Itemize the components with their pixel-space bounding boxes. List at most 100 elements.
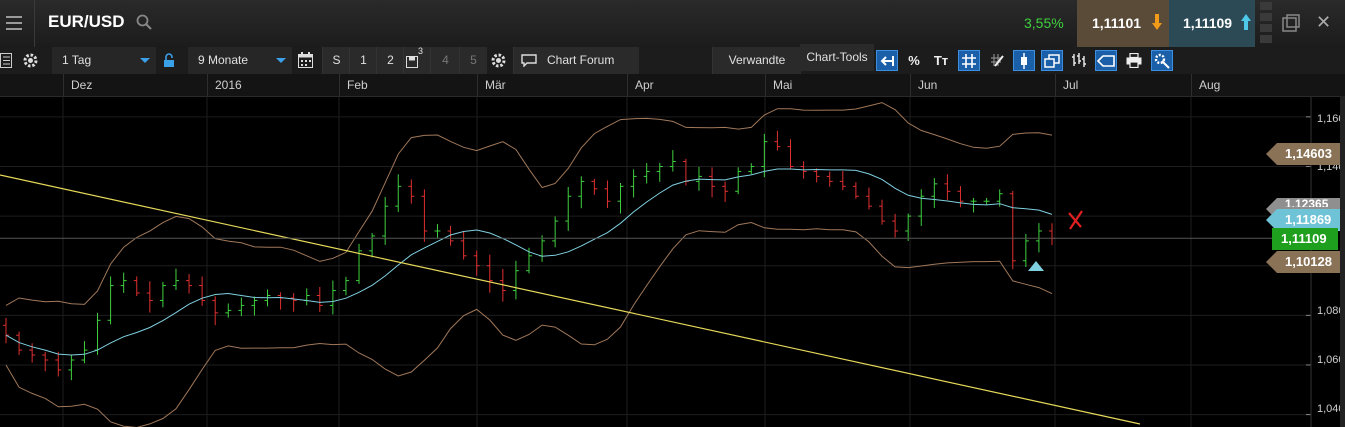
ohlc-bar <box>303 288 310 306</box>
ohlc-bar <box>735 167 742 195</box>
ohlc-bar <box>55 351 62 377</box>
search-icon[interactable] <box>136 14 152 30</box>
ohlc-bar <box>277 292 284 310</box>
save-layout-button[interactable]: 3 <box>403 46 431 74</box>
price-bars <box>3 130 1055 381</box>
month-label: Feb <box>347 78 368 92</box>
delete-marker-icon[interactable] <box>1068 210 1083 230</box>
tag-icon[interactable] <box>1095 50 1117 71</box>
close-icon[interactable]: ✕ <box>1316 12 1331 33</box>
menu-icon[interactable] <box>0 0 35 47</box>
interval-select[interactable]: 1 Tag <box>52 47 156 74</box>
ohlc-bar <box>199 276 206 306</box>
popout-icon[interactable] <box>1282 14 1300 32</box>
candlestick-icon[interactable] <box>1013 50 1035 71</box>
chart-scrollbar[interactable] <box>1340 96 1345 427</box>
ohlc-bar <box>552 216 559 248</box>
ohlc-bar <box>251 296 258 316</box>
ohlc-bar <box>290 293 297 312</box>
save-icon <box>406 56 418 68</box>
ohlc-bar <box>970 197 977 213</box>
chart-forum-button[interactable]: Chart Forum <box>513 47 639 74</box>
ohlc-bar <box>395 174 402 212</box>
ohlc-bar <box>630 169 637 198</box>
percent-button[interactable]: % <box>903 50 925 71</box>
ohlc-bar <box>68 354 75 381</box>
last-price-value: 1,11109 <box>1281 231 1327 246</box>
range-value: 9 Monate <box>198 53 249 67</box>
instrument-symbol[interactable]: EUR/USD <box>48 12 125 32</box>
ohlc-bar <box>787 139 794 170</box>
calendar-icon[interactable] <box>298 52 313 68</box>
month-label: Apr <box>635 78 654 92</box>
layout-4-button[interactable]: 4 <box>430 47 460 74</box>
month-label: Jul <box>1063 78 1079 92</box>
upper-band-value: 1,14603 <box>1285 146 1332 161</box>
layout-3-superscript: 3 <box>418 46 424 56</box>
ohlc-bar <box>408 179 415 204</box>
ma-value: 1,11869 <box>1285 212 1332 227</box>
chart-forum-label: Chart Forum <box>547 53 615 67</box>
ohlc-bar <box>120 272 127 293</box>
ohlc-bar <box>316 287 323 312</box>
ohlc-icon[interactable] <box>1068 50 1090 71</box>
ohlc-bar <box>486 254 493 293</box>
ohlc-bar <box>669 150 676 172</box>
ohlc-bar <box>879 199 886 225</box>
ohlc-bar <box>748 163 755 175</box>
layout-5-button[interactable]: 5 <box>459 47 487 74</box>
ohlc-bar <box>865 187 872 210</box>
ohlc-bar <box>565 186 572 231</box>
ohlc-bar <box>159 281 166 308</box>
ohlc-bar <box>983 197 990 205</box>
settings-icon[interactable] <box>1151 50 1173 71</box>
layout-2-button[interactable]: 2 <box>376 47 404 74</box>
ohlc-bar <box>186 273 193 294</box>
related-button[interactable]: Verwandte <box>712 47 801 74</box>
arrow-down-icon <box>1152 14 1162 30</box>
price-chart[interactable] <box>0 97 1345 427</box>
back-arrow-icon[interactable] <box>876 50 898 71</box>
text-tool-button[interactable]: Tт <box>930 50 952 71</box>
ohlc-bar <box>342 276 349 296</box>
ohlc-bar <box>382 196 389 245</box>
trend-line[interactable] <box>0 174 1141 425</box>
ohlc-bar <box>617 182 624 214</box>
chart-toolbar: 1 Tag 9 Monate S 1 2 3 4 5 Chart Forum V… <box>0 44 1345 75</box>
print-icon[interactable] <box>1123 50 1145 71</box>
ohlc-bar <box>369 232 376 258</box>
ohlc-bar <box>238 297 245 317</box>
ohlc-bar <box>1022 234 1029 267</box>
month-label: Mär <box>485 78 506 92</box>
ohlc-bar <box>578 176 585 209</box>
ohlc-bar <box>460 231 467 260</box>
ohlc-bar <box>329 280 336 315</box>
sell-button[interactable]: 1,11101 <box>1077 0 1169 47</box>
layout-1-button[interactable]: 1 <box>349 47 377 74</box>
ohlc-bar <box>172 268 179 290</box>
upper-bollinger-band <box>5 102 1053 306</box>
pencil-icon[interactable] <box>986 50 1008 71</box>
range-select[interactable]: 9 Monate <box>188 47 292 74</box>
list-icon[interactable] <box>0 53 12 68</box>
copy-icon[interactable] <box>1041 50 1063 71</box>
ohlc-bar <box>81 341 88 364</box>
gear-icon[interactable] <box>490 52 507 69</box>
layout-s-button[interactable]: S <box>322 47 350 74</box>
sell-price: 1,11101 <box>1092 15 1142 31</box>
ohlc-bar <box>957 186 964 208</box>
lock-icon[interactable] <box>163 53 175 68</box>
ohlc-bar <box>722 181 729 203</box>
buy-price: 1,11109 <box>1183 15 1233 31</box>
ohlc-bar <box>839 171 846 191</box>
buy-button[interactable]: 1,11109 <box>1169 0 1255 47</box>
panel-scroll-indicator[interactable] <box>1260 2 1272 44</box>
month-label: Dez <box>71 78 93 92</box>
interval-value: 1 Tag <box>62 53 92 67</box>
ohlc-bar <box>709 167 716 198</box>
ohlc-bar <box>1009 190 1016 270</box>
ohlc-bar <box>826 171 833 187</box>
crosshair-grid-icon[interactable] <box>958 50 980 71</box>
gear-icon[interactable] <box>22 52 39 69</box>
ohlc-bar <box>512 260 519 300</box>
